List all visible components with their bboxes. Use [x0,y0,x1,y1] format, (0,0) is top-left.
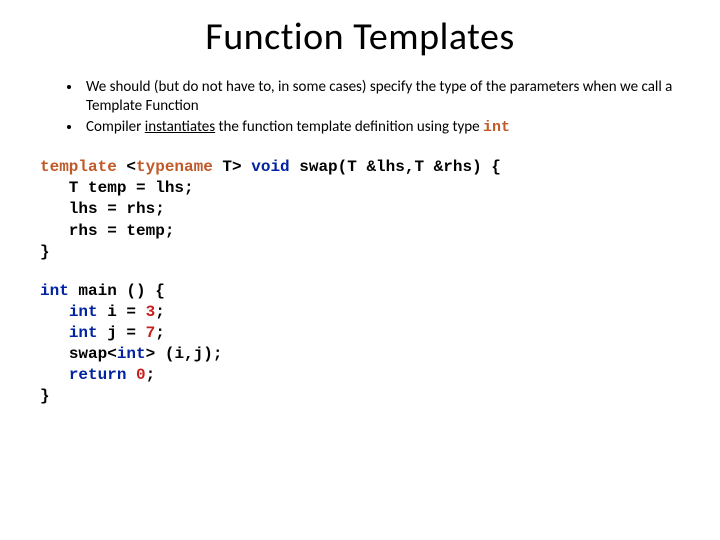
code-text: ; [146,366,156,384]
code-text: ; [155,303,165,321]
code-keyword: typename [136,158,213,176]
code-text [40,303,69,321]
code-number: 7 [146,324,156,342]
code-text: < [117,158,136,176]
code-number: 0 [136,366,146,384]
code-text [40,366,69,384]
code-keyword: int [40,282,69,300]
code-text: T> [213,158,251,176]
code-text [126,366,136,384]
bullet-list: We should (but do not have to, in some c… [40,78,680,137]
code-line: rhs = temp; [40,222,174,240]
code-keyword: return [69,366,127,384]
code-line: T temp = lhs; [40,179,194,197]
code-text: > (i,j); [146,345,223,363]
bullet-item: Compiler instantiates the function templ… [82,118,680,138]
code-number: 3 [146,303,156,321]
inline-code: int [483,119,510,136]
code-text [40,345,69,363]
code-keyword: void [251,158,289,176]
code-text: j = [98,324,146,342]
bullet-text: Compiler [86,118,145,136]
code-keyword: template [40,158,117,176]
code-text: main () { [69,282,165,300]
code-block-main: int main () { int i = 3; int j = 7; swap… [40,281,680,408]
bullet-text: We should (but do not have to, in some c… [86,78,672,115]
bullet-item: We should (but do not have to, in some c… [82,78,680,116]
code-text: ; [155,324,165,342]
code-text: swap(T &lhs,T &rhs) { [290,158,501,176]
underlined-text: instantiates [145,118,215,136]
code-block-swap: template <typename T> void swap(T &lhs,T… [40,157,680,263]
code-text: i = [98,303,146,321]
bullet-text: the function template definition using t… [215,118,483,136]
slide-title: Function Templates [40,14,680,60]
code-keyword: int [117,345,146,363]
slide: Function Templates We should (but do not… [0,0,720,540]
code-line: } [40,387,50,405]
code-line: } [40,243,50,261]
code-text [40,324,69,342]
code-keyword: int [69,303,98,321]
code-line: lhs = rhs; [40,200,165,218]
code-text: swap< [69,345,117,363]
code-keyword: int [69,324,98,342]
